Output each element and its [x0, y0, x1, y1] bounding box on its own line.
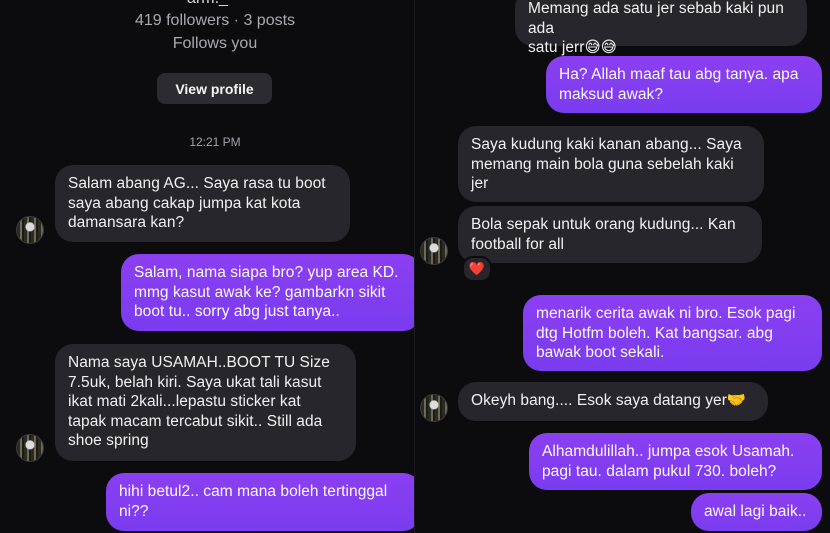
avatar[interactable]: [420, 237, 448, 265]
chat-pane-left: arm._ 419 followers · 3 posts Follows yo…: [0, 0, 415, 533]
message-outgoing[interactable]: Alhamdulillah.. jumpa esok Usamah. pagi …: [529, 433, 822, 490]
avatar[interactable]: [420, 394, 448, 422]
message-outgoing[interactable]: hihi betul2.. cam mana boleh tertinggal …: [106, 473, 415, 531]
message-incoming[interactable]: Bola sepak untuk orang kudung... Kan foo…: [458, 206, 762, 263]
message-incoming[interactable]: Saya kudung kaki kanan abang... Saya mem…: [458, 126, 764, 202]
message-outgoing[interactable]: Ha? Allah maaf tau abg tanya. apa maksud…: [546, 56, 822, 113]
message-outgoing[interactable]: menarik cerita awak ni bro. Esok pagi dt…: [523, 295, 822, 371]
view-profile-button[interactable]: View profile: [157, 73, 272, 104]
message-incoming[interactable]: Nama saya USAMAH..BOOT TU Size 7.5uk, be…: [55, 344, 356, 461]
profile-stats: 419 followers · 3 posts: [134, 12, 296, 29]
message-incoming[interactable]: Salam abang AG... Saya rasa tu boot saya…: [55, 165, 350, 242]
profile-handle: arm._: [0, 0, 415, 8]
message-outgoing[interactable]: awal lagi baik..: [691, 493, 822, 531]
message-incoming[interactable]: Memang ada satu jer sebab kaki pun ada s…: [515, 0, 807, 56]
message-timestamp: 12:21 PM: [189, 135, 241, 149]
message-incoming[interactable]: Okeyh bang.... Esok saya datang yer🤝: [458, 382, 768, 421]
heart-reaction-icon[interactable]: ❤️: [462, 256, 492, 282]
avatar[interactable]: [16, 216, 44, 244]
avatar[interactable]: [16, 434, 44, 462]
message-outgoing[interactable]: Salam, nama siapa bro? yup area KD. mmg …: [121, 254, 415, 331]
profile-follows-you: Follows you: [172, 35, 258, 52]
chat-pane-right: Memang ada satu jer sebab kaki pun ada s…: [415, 0, 830, 533]
